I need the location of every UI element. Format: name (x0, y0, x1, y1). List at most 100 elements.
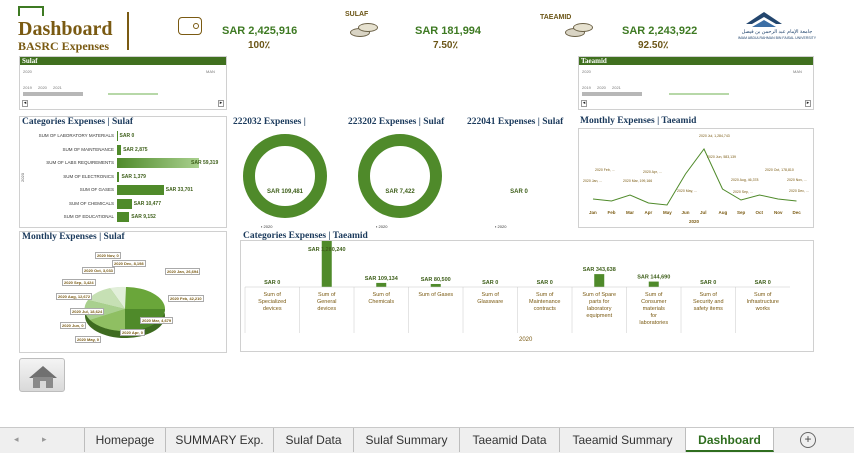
pie-callout: 2020 Apr, 0 (120, 329, 145, 336)
cat-taeamid-category-label: General (317, 299, 337, 305)
cat-sulaf-value: SAR 9,152 (131, 214, 156, 220)
cat-sulaf-value: SAR 1,379 (121, 173, 146, 180)
sulaf-slicer-year-2020[interactable]: 2020 (38, 85, 47, 90)
month-tick-label: Nov (774, 210, 783, 215)
sulaf-slicer-year-2021[interactable]: 2021 (53, 85, 62, 90)
cat-taeamid-category-label: Security and (693, 299, 724, 305)
donut-legend: ▪ 2020 (495, 224, 507, 229)
month-tick-label: Jan (589, 210, 597, 215)
donut-value: SAR 7,422 (385, 189, 415, 195)
cat-sulaf-bar (117, 131, 118, 141)
cat-taeamid-category-label: Sum of (373, 292, 391, 298)
donut-ring (358, 134, 442, 218)
cat-sulaf-label: SUM OF LABORATORY MATERIALS (38, 133, 114, 138)
month-tick-label: Jul (700, 210, 707, 215)
cat-taeamid-category-label: contracts (534, 306, 557, 312)
tab-taeamid-summary[interactable]: Taeamid Summary (560, 428, 686, 452)
cat-taeamid-category-label: Glassware (477, 299, 503, 305)
cat-taeamid-value: SAR 0 (264, 280, 280, 286)
page-title: Dashboard (18, 18, 113, 40)
cat-taeamid-category-label: Infrastructure (747, 299, 779, 305)
tab-dashboard[interactable]: Dashboard (686, 428, 774, 452)
cat-taeamid-category-label: Sum of (482, 292, 500, 298)
monthly-sulaf-panel: Monthly Expenses | Sulaf 2020 Nov, 0 2020… (19, 231, 227, 353)
sulaf-slicer-year-2019[interactable]: 2019 (23, 85, 32, 90)
cat-sulaf-value: SAR 10,477 (133, 200, 161, 207)
month-tick-label: Dec (793, 210, 802, 215)
month-tick-label: Feb (608, 210, 616, 215)
cat-taeamid-category-label: laboratory (587, 306, 612, 312)
cat-taeamid-category-label: for (651, 313, 658, 319)
cat-taeamid-value: SAR 144,690 (637, 275, 670, 281)
cat-sulaf-value: SAR 33,701 (165, 187, 193, 193)
kpi-taeamid-value: SAR 2,243,922 (622, 25, 698, 37)
taeamid-slicer[interactable]: Taeamid 2020 MAN 2019 2020 2021 ◂ ▸ (578, 56, 814, 110)
pie-callout: 2020 Feb, 42,210 (168, 295, 204, 302)
header-logo-mark (18, 6, 44, 16)
sulaf-slicer-selection[interactable] (108, 93, 158, 95)
cat-taeamid-chart: SAR 0 Sum of Specialized devices SAR 1,280,2… (240, 240, 814, 352)
pie-callout: 2020 Aug, 12,672 (56, 293, 93, 300)
scroll-right-icon[interactable]: ▸ (218, 100, 224, 107)
pie-callout: 2020 Nov, 0 (95, 252, 121, 259)
taeamid-slicer-year-2020[interactable]: 2020 (597, 85, 606, 90)
taeamid-callout: 2020 Mar, 199,166 (623, 179, 652, 183)
cat-sulaf-bar (117, 158, 199, 168)
taeamid-callout: 2020 Sep, ... (733, 190, 753, 194)
taeamid-callout: 2020 Jun, 583,139 (707, 155, 736, 159)
add-sheet-icon[interactable]: + (800, 432, 816, 448)
sulaf-slicer[interactable]: Sulaf 2020 MAN 2019 2020 2021 ◂ ▸ (19, 56, 227, 110)
cat-taeamid-category-label: Maintenance (529, 299, 561, 305)
taeamid-slicer-months: MAN (793, 69, 802, 74)
taeamid-callout: 2020 Oct, 178,810 (765, 168, 794, 172)
cat-sulaf-panel: Categories Expenses | Sulaf 2020 SUM OF … (19, 116, 227, 228)
tab-summary-exp[interactable]: SUMMARY Exp. (166, 428, 274, 452)
month-tick-label: Mar (626, 210, 634, 215)
sulaf-slicer-year: 2020 (23, 69, 32, 74)
donut-title: 223202 Expenses | Sulaf (348, 117, 445, 127)
wallet-icon (178, 17, 202, 35)
cat-taeamid-bar (430, 283, 441, 287)
cat-sulaf-title: Categories Expenses | Sulaf (22, 117, 134, 127)
cat-sulaf-label: SUM OF MAINTENANCE (62, 146, 114, 152)
scroll-left-icon[interactable]: ◂ (22, 100, 28, 107)
taeamid-slicer-year-2021[interactable]: 2021 (612, 85, 621, 90)
cat-sulaf-label: SUM OF ELECTRONICS (63, 173, 114, 179)
tab-scroll-right-icon[interactable]: ▸ (42, 434, 47, 445)
taeamid-slicer-selection[interactable] (669, 93, 729, 95)
scroll-left-icon[interactable]: ◂ (581, 100, 587, 107)
cat-taeamid-category-label: devices (263, 306, 282, 312)
cat-taeamid-value: SAR 109,134 (365, 276, 399, 282)
taeamid-slicer-timeline[interactable] (582, 92, 642, 96)
pie-callout: 2020 Oct, 3,033 (82, 267, 115, 274)
kpi-taeamid-pct: 92.50٪ (638, 40, 669, 51)
tab-scroll-left-icon[interactable]: ◂ (14, 434, 19, 445)
tab-taeamid-data[interactable]: Taeamid Data (460, 428, 560, 452)
tab-sulaf-summary[interactable]: Sulaf Summary (354, 428, 460, 452)
cat-taeamid-category-label: Sum of (536, 292, 554, 298)
donut-ring (243, 134, 327, 218)
scroll-right-icon[interactable]: ▸ (805, 100, 811, 107)
cat-taeamid-category-label: Specialized (258, 299, 286, 305)
taeamid-callout: 2020 Jan, ... (583, 179, 602, 183)
cat-taeamid-bar (376, 282, 387, 287)
tab-sulaf-data[interactable]: Sulaf Data (274, 428, 354, 452)
sheet-tab-bar: ◂ ▸ Homepage SUMMARY Exp. Sulaf Data Sul… (0, 427, 854, 453)
taeamid-slicer-year-2019[interactable]: 2019 (582, 85, 591, 90)
home-button[interactable] (19, 358, 65, 392)
pie-callout: 2020 Jul, 18,624 (70, 308, 105, 315)
home-icon (29, 366, 57, 388)
cat-sulaf-label: SUM OF GASES (79, 187, 114, 192)
cat-taeamid-category-label: Sum of (645, 292, 663, 298)
cat-taeamid-category-label: Sum of (264, 292, 282, 298)
monthly-taeamid-year: 2020 (689, 219, 700, 224)
tab-homepage[interactable]: Homepage (84, 428, 166, 452)
sulaf-slicer-timeline[interactable] (23, 92, 83, 96)
cat-taeamid-category-label: equipment (586, 313, 612, 319)
pie-callout: 2020 May, 0 (75, 336, 101, 343)
taeamid-monthly-line (592, 148, 797, 206)
pie-callout: 2020 Mar, 4,679 (140, 317, 174, 324)
sulaf-slicer-title: Sulaf (20, 57, 226, 65)
cat-taeamid-category-label: works (755, 306, 771, 312)
cat-taeamid-value: SAR 0 (700, 280, 716, 286)
